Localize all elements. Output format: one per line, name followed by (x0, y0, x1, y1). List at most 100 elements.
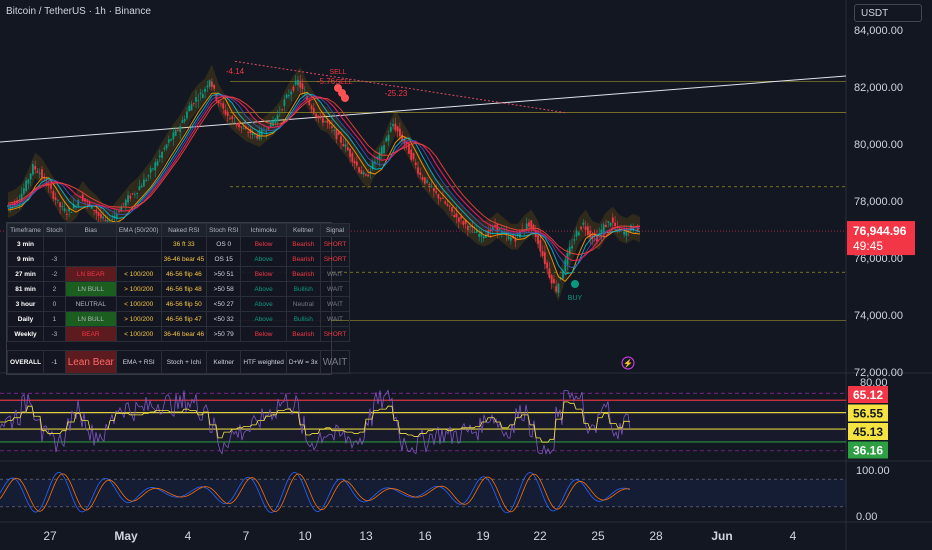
candle (410, 149, 413, 160)
candle (183, 118, 186, 122)
candle (564, 260, 567, 272)
stoch-rsi-cell: OS 0 (206, 236, 242, 252)
candle (437, 194, 440, 199)
currency-selector[interactable]: USDT (854, 4, 922, 22)
candle (383, 145, 385, 154)
candle (419, 172, 422, 176)
candle (204, 88, 206, 92)
time-tick-label: 27 (43, 529, 57, 543)
candle (614, 222, 616, 227)
signal-cell: SHORT (319, 236, 351, 252)
overall-bias: Lean Bear (64, 350, 117, 374)
annotation-label: -4.14 (226, 67, 245, 76)
ema-cell (115, 251, 162, 267)
candle (360, 170, 363, 175)
candle (61, 205, 64, 208)
candle (365, 174, 367, 176)
candle (206, 85, 209, 88)
symbol-title[interactable]: Bitcoin / TetherUS · 1h · Binance (6, 6, 151, 17)
time-tick-label: 10 (298, 529, 312, 543)
candle (331, 126, 333, 128)
price-tick-label: 78,000.00 (854, 196, 903, 208)
lightning-icon[interactable]: ⚡ (621, 356, 635, 370)
candle (242, 128, 245, 130)
candle (335, 129, 338, 139)
sell-marker[interactable] (341, 94, 349, 102)
candle (380, 146, 383, 155)
candle (50, 184, 52, 189)
stoch-panel[interactable]: 100.00 0.00 (0, 465, 890, 523)
candle (607, 221, 610, 223)
annotation-label: -5.76 (317, 77, 336, 86)
candle (22, 188, 25, 194)
naked-rsi-cell: 46-56 flip 50 (160, 296, 208, 312)
candle (256, 135, 259, 139)
candle (131, 193, 134, 195)
trendline[interactable] (0, 75, 847, 143)
candle (77, 200, 80, 207)
candle (530, 220, 533, 228)
buy-marker[interactable] (571, 280, 579, 288)
candle (213, 84, 216, 89)
signal-cell: WAIT (319, 296, 351, 312)
candle (312, 108, 315, 114)
candle (580, 226, 583, 230)
candle (179, 126, 182, 132)
candle (93, 209, 95, 211)
ichimoku-cell: Below (240, 236, 287, 252)
candle (188, 105, 191, 112)
time-tick-label: 16 (418, 529, 432, 543)
candle (519, 231, 521, 238)
candle (301, 83, 304, 90)
ichimoku-cell: Above (240, 296, 287, 312)
candle (432, 188, 435, 192)
candle (340, 136, 342, 143)
candle (342, 144, 345, 147)
candle (176, 129, 179, 131)
candle (297, 79, 299, 86)
score-cell: 1 (43, 311, 66, 327)
candle (439, 198, 442, 200)
candle (63, 208, 66, 212)
candle (367, 174, 370, 177)
candle (172, 132, 175, 140)
table-header-row: Timeframe Stoch Bias EMA (50/200) Naked RSI S… (6, 223, 351, 237)
price-axis[interactable]: 84,000.0082,000.0080,000.0078,000.0076,0… (847, 25, 915, 379)
stoch-rsi-cell: OS 15 (206, 251, 242, 267)
candle (498, 228, 501, 231)
bias-cell (64, 251, 117, 267)
time-axis[interactable]: 27 May 4 7 10 13 16 19 22 25 28 Jun 4 (43, 529, 796, 543)
overall-score: -1 (43, 350, 66, 374)
candle (274, 118, 277, 123)
candle (451, 207, 453, 212)
candle (226, 111, 229, 116)
candle (41, 169, 43, 178)
rsi-panel[interactable]: 80.0065.1256.5545.1336.16 (0, 377, 888, 459)
signal-cell: WAIT (319, 281, 351, 297)
table-header-cell: Naked RSI (160, 223, 208, 237)
candle (36, 171, 39, 173)
timeframe-cell: Daily (6, 311, 45, 327)
stoch-rsi-cell: >50 58 (206, 281, 242, 297)
candle (333, 129, 336, 131)
candle (240, 126, 243, 128)
ichimoku-cell: Above (240, 281, 287, 297)
candle (310, 105, 313, 110)
keltner-cell: Bullish (285, 311, 321, 327)
candle (38, 173, 41, 174)
timeframe-cell: 27 min (6, 266, 45, 282)
candle (571, 245, 573, 249)
candle (462, 221, 465, 225)
candle (351, 153, 354, 162)
candle (412, 153, 415, 160)
overall-signal: WAIT (319, 350, 351, 374)
time-tick-label: Jun (711, 529, 732, 543)
candle (124, 199, 127, 207)
candle (525, 223, 528, 230)
candle (99, 214, 102, 219)
ichimoku-cell: Below (240, 266, 287, 282)
candle (568, 247, 571, 255)
candle (430, 186, 433, 187)
candle (95, 209, 98, 214)
candle (634, 232, 637, 234)
